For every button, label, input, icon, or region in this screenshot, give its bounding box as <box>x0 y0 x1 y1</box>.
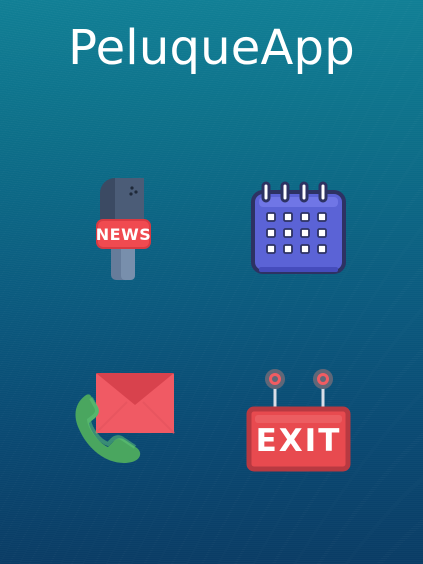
sign-hangers <box>265 369 333 411</box>
exit-label: EXIT <box>256 423 342 459</box>
page-title: PeluqueApp <box>68 20 355 76</box>
exit-sign-icon: EXIT <box>246 369 351 472</box>
phone-mail-icon <box>75 373 175 463</box>
contact-button[interactable] <box>55 355 195 485</box>
news-button[interactable]: NEWS <box>55 165 195 295</box>
calendar-button[interactable] <box>228 165 368 295</box>
calendar-icon <box>251 181 346 274</box>
microphone-head-shade <box>115 178 144 220</box>
exit-button[interactable]: EXIT <box>228 355 368 485</box>
news-label: NEWS <box>96 225 152 244</box>
news-microphone-icon: NEWS <box>96 178 152 280</box>
